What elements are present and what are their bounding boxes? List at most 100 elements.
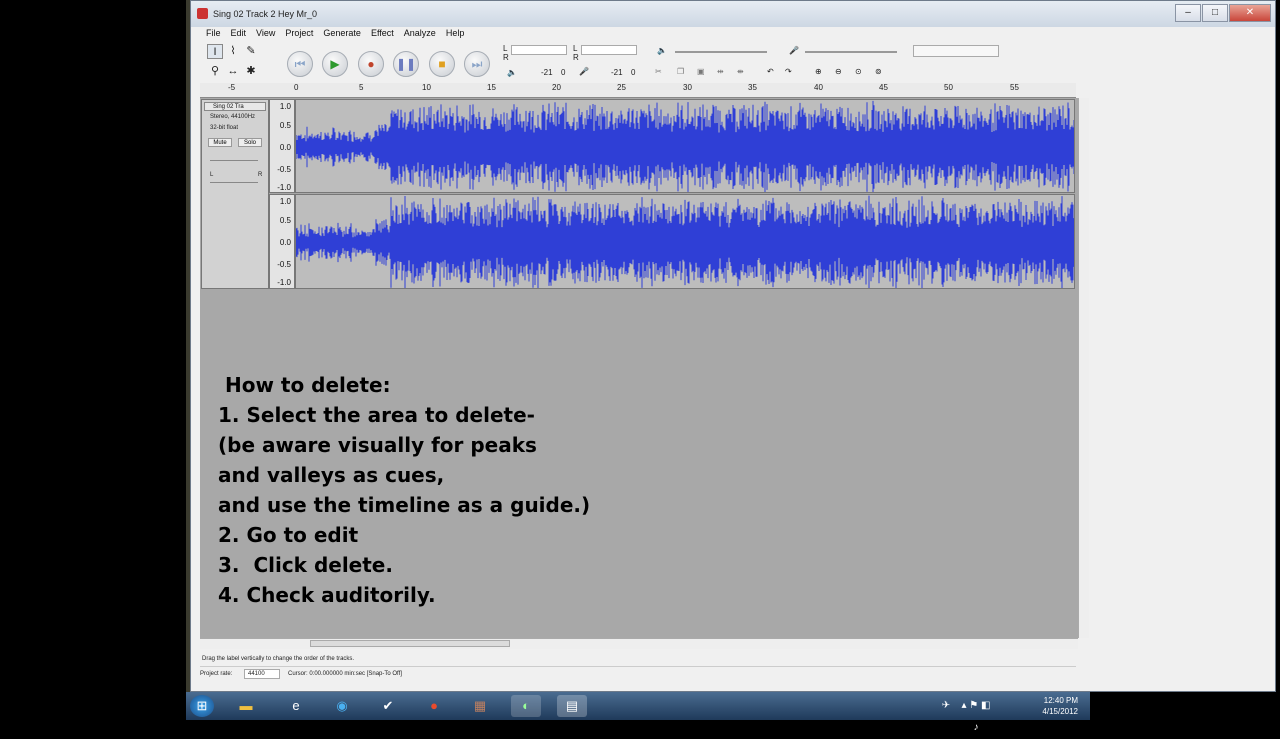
ruler-tick: -5 bbox=[228, 83, 236, 92]
scale-label: 0.0 bbox=[279, 238, 291, 247]
browser-icon[interactable]: ◉ bbox=[327, 695, 357, 717]
fit-project-icon[interactable]: ⊚ bbox=[875, 67, 882, 76]
calendar-icon[interactable]: ▤ bbox=[557, 695, 587, 717]
menu-help[interactable]: Help bbox=[441, 28, 470, 42]
record-meter[interactable] bbox=[581, 45, 637, 55]
silence-icon[interactable]: ⇼ bbox=[737, 67, 744, 76]
start-button-icon[interactable]: ⊞ bbox=[190, 695, 214, 717]
stop-icon[interactable]: ■ bbox=[429, 51, 455, 77]
menu-generate[interactable]: Generate bbox=[318, 28, 366, 42]
scale-label: 0.0 bbox=[279, 143, 291, 152]
track-name-dropdown[interactable]: Sing 02 Tra bbox=[204, 102, 266, 111]
cut-icon[interactable]: ✂ bbox=[655, 67, 662, 76]
audacity-taskbar-icon[interactable]: ◐ bbox=[511, 695, 541, 717]
skip-end-icon[interactable]: ⏭ bbox=[464, 51, 490, 77]
solo-button[interactable]: Solo bbox=[238, 138, 262, 147]
minimize-button[interactable]: – bbox=[1175, 4, 1201, 22]
meter-zero-1: 0 bbox=[561, 68, 566, 77]
copy-icon[interactable]: ❐ bbox=[677, 67, 684, 76]
waveform-left-channel[interactable] bbox=[295, 99, 1075, 193]
zoom-in-icon[interactable]: ⊕ bbox=[815, 67, 822, 76]
explorer-icon[interactable]: ▬ bbox=[231, 695, 261, 717]
tray-icon[interactable]: ✈ bbox=[931, 695, 961, 717]
output-volume-slider[interactable] bbox=[675, 51, 767, 53]
record-icon[interactable]: ● bbox=[358, 51, 384, 77]
ruler-tick: 5 bbox=[359, 83, 364, 92]
vertical-scrollbar[interactable] bbox=[1078, 98, 1089, 638]
project-rate-label: Project rate: bbox=[200, 671, 233, 677]
trim-icon[interactable]: ⇹ bbox=[717, 67, 724, 76]
chrome-icon[interactable]: ● bbox=[419, 695, 449, 717]
pause-icon[interactable]: ❚❚ bbox=[393, 51, 419, 77]
menu-project[interactable]: Project bbox=[280, 28, 318, 42]
meter-db-2: -21 bbox=[611, 68, 623, 77]
menu-file[interactable]: File bbox=[201, 28, 226, 42]
ruler-tick: 50 bbox=[944, 83, 953, 92]
scale-label: -1.0 bbox=[277, 183, 291, 192]
maximize-button[interactable]: □ bbox=[1202, 4, 1228, 22]
rec-meter-r: R bbox=[573, 53, 579, 62]
instruction-line: 1. Select the area to delete- bbox=[218, 403, 535, 427]
redo-icon[interactable]: ↷ bbox=[785, 67, 792, 76]
timeshift-tool-icon[interactable]: ↔ bbox=[225, 64, 241, 79]
waveform-right-channel[interactable] bbox=[295, 194, 1075, 289]
close-button[interactable]: ✕ bbox=[1229, 4, 1271, 22]
mute-button[interactable]: Mute bbox=[208, 138, 232, 147]
instruction-line: How to delete: bbox=[218, 373, 391, 397]
toolbar: I ⌇ ✎ ⚲ ↔ ✱ ⏮ ▶ ● ❚❚ ■ ⏭ L R L R 🔈 -21 0… bbox=[201, 43, 1276, 83]
pan-left-label: L bbox=[210, 172, 214, 178]
envelope-tool-icon[interactable]: ⌇ bbox=[225, 44, 241, 59]
vertical-scale-top: 1.0 0.5 0.0 -0.5 -1.0 bbox=[269, 99, 295, 193]
system-clock[interactable]: 12:40 PM 4/15/2012 bbox=[1042, 695, 1078, 717]
skip-start-icon[interactable]: ⏮ bbox=[287, 51, 313, 77]
scale-label: 1.0 bbox=[279, 102, 291, 111]
mail-icon[interactable]: ✔ bbox=[373, 695, 403, 717]
waveform-path bbox=[296, 195, 1074, 288]
scale-label: 0.5 bbox=[279, 216, 291, 225]
ruler-tick: 45 bbox=[879, 83, 888, 92]
speaker-icon[interactable]: 🔈 bbox=[507, 68, 517, 77]
microphone-icon[interactable]: 🎤 bbox=[579, 67, 589, 76]
paste-icon[interactable]: ▣ bbox=[697, 67, 705, 76]
zoom-tool-icon[interactable]: ⚲ bbox=[207, 64, 223, 79]
play-icon[interactable]: ▶ bbox=[322, 51, 348, 77]
gain-slider[interactable] bbox=[210, 160, 258, 161]
zoom-out-icon[interactable]: ⊖ bbox=[835, 67, 842, 76]
ruler-tick: 30 bbox=[683, 83, 692, 92]
track-name: Sing 02 Tra bbox=[213, 104, 244, 110]
tray-icons[interactable]: ▴ ⚑ ◧ ♪ bbox=[961, 695, 991, 733]
undo-icon[interactable]: ↶ bbox=[767, 67, 774, 76]
menu-view[interactable]: View bbox=[251, 28, 280, 42]
play-meter-r: R bbox=[503, 53, 509, 62]
taskbar: ⊞ ▬ e ◉ ✔ ● ▦ ◐ ▤ ✈ ▴ ⚑ ◧ ♪ 12:40 PM 4/1… bbox=[186, 692, 1090, 733]
fit-selection-icon[interactable]: ⊙ bbox=[855, 67, 862, 76]
horizontal-scrollbar[interactable] bbox=[200, 638, 1078, 649]
scale-label: -1.0 bbox=[277, 278, 291, 287]
ruler-tick: 0 bbox=[294, 83, 299, 92]
instruction-line: 4. Check auditorily. bbox=[218, 583, 436, 607]
ie-icon[interactable]: e bbox=[281, 695, 311, 717]
timeline-ruler[interactable]: -5 0 5 10 15 20 25 30 35 40 45 50 55 bbox=[200, 83, 1076, 98]
menu-bar: File Edit View Project Generate Effect A… bbox=[201, 28, 469, 42]
vertical-scale-bottom: 1.0 0.5 0.0 -0.5 -1.0 bbox=[269, 194, 295, 289]
multi-tool-icon[interactable]: ✱ bbox=[243, 64, 259, 79]
menu-analyze[interactable]: Analyze bbox=[399, 28, 441, 42]
project-rate-select[interactable]: 44100 bbox=[244, 669, 280, 679]
instruction-line: 3. Click delete. bbox=[218, 553, 393, 577]
draw-tool-icon[interactable]: ✎ bbox=[243, 44, 259, 59]
tracks-area[interactable]: Sing 02 Tra Stereo, 44100Hz 32-bit float… bbox=[200, 98, 1078, 638]
ruler-tick: 40 bbox=[814, 83, 823, 92]
selection-tool-icon[interactable]: I bbox=[207, 44, 223, 59]
pan-slider[interactable] bbox=[210, 182, 258, 183]
menu-edit[interactable]: Edit bbox=[226, 28, 252, 42]
horizontal-scroll-thumb[interactable] bbox=[310, 640, 510, 647]
track-format: Stereo, 44100Hz bbox=[210, 114, 256, 120]
app-taskbar-icon[interactable]: ▦ bbox=[465, 695, 495, 717]
input-volume-slider[interactable] bbox=[805, 51, 897, 53]
menu-effect[interactable]: Effect bbox=[366, 28, 399, 42]
scale-label: 1.0 bbox=[279, 197, 291, 206]
title-bar[interactable]: Sing 02 Track 2 Hey Mr_0 – □ ✕ bbox=[191, 1, 1275, 27]
playback-meter[interactable] bbox=[511, 45, 567, 55]
device-select[interactable] bbox=[913, 45, 999, 57]
track-control-panel[interactable]: Sing 02 Tra Stereo, 44100Hz 32-bit float… bbox=[201, 99, 269, 289]
